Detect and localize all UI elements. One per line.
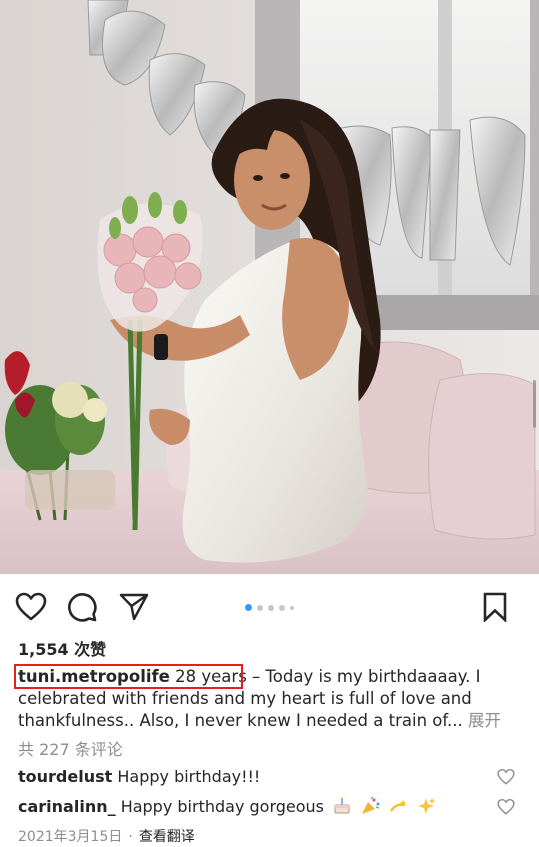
carousel-dot	[245, 604, 252, 611]
comment-bubble-icon	[68, 593, 97, 622]
heart-icon	[15, 592, 47, 621]
carousel-dot	[290, 605, 294, 610]
comment-username[interactable]: carinalinn_	[18, 797, 116, 816]
carousel-dot	[279, 604, 285, 611]
caption-username[interactable]: tuni.metropolife	[18, 667, 170, 686]
dizzy-emoji-icon	[390, 800, 407, 812]
comment-row: tourdelust Happy birthday!!!	[18, 767, 488, 786]
caption-highlight-text: 28 years	[175, 667, 247, 686]
post-action-bar	[0, 586, 539, 626]
comment-like-heart-icon[interactable]	[497, 768, 515, 786]
comment-text: Happy birthday!!!	[117, 767, 261, 786]
post-photo[interactable]	[0, 0, 539, 574]
party-popper-emoji-icon	[362, 797, 380, 814]
expand-caption-link[interactable]: 展开	[468, 711, 501, 730]
save-button[interactable]	[478, 590, 512, 624]
post-date: 2021年3月15日	[18, 829, 123, 845]
carousel-indicator	[245, 604, 294, 611]
carousel-dot	[257, 604, 263, 611]
share-button[interactable]	[117, 590, 151, 624]
see-translation-link[interactable]: 查看翻译	[139, 829, 195, 845]
birthday-cake-emoji-icon	[334, 797, 350, 814]
like-count[interactable]: 1,554 次赞	[18, 636, 106, 660]
view-all-comments-link[interactable]: 共 227 条评论	[18, 736, 123, 760]
meta-separator: ·	[128, 829, 133, 845]
comment-text: Happy birthday gorgeous	[120, 797, 325, 816]
comment-row: carinalinn_ Happy birthday gorgeous	[18, 797, 488, 816]
comment-button[interactable]	[65, 590, 99, 624]
post-meta: 2021年3月15日 · 查看翻译	[18, 826, 195, 846]
comment-like-heart-icon[interactable]	[497, 798, 515, 816]
sparkles-emoji-icon	[418, 798, 436, 814]
carousel-dot	[268, 604, 274, 611]
like-button[interactable]	[14, 590, 48, 624]
photo-scrollbar[interactable]	[533, 380, 536, 428]
bookmark-icon	[483, 592, 507, 622]
comment-username[interactable]: tourdelust	[18, 767, 112, 786]
birthday-photo-illustration	[0, 0, 539, 574]
post-caption: tuni.metropolife 28 years – Today is my …	[18, 666, 523, 732]
paper-plane-icon	[119, 593, 149, 621]
